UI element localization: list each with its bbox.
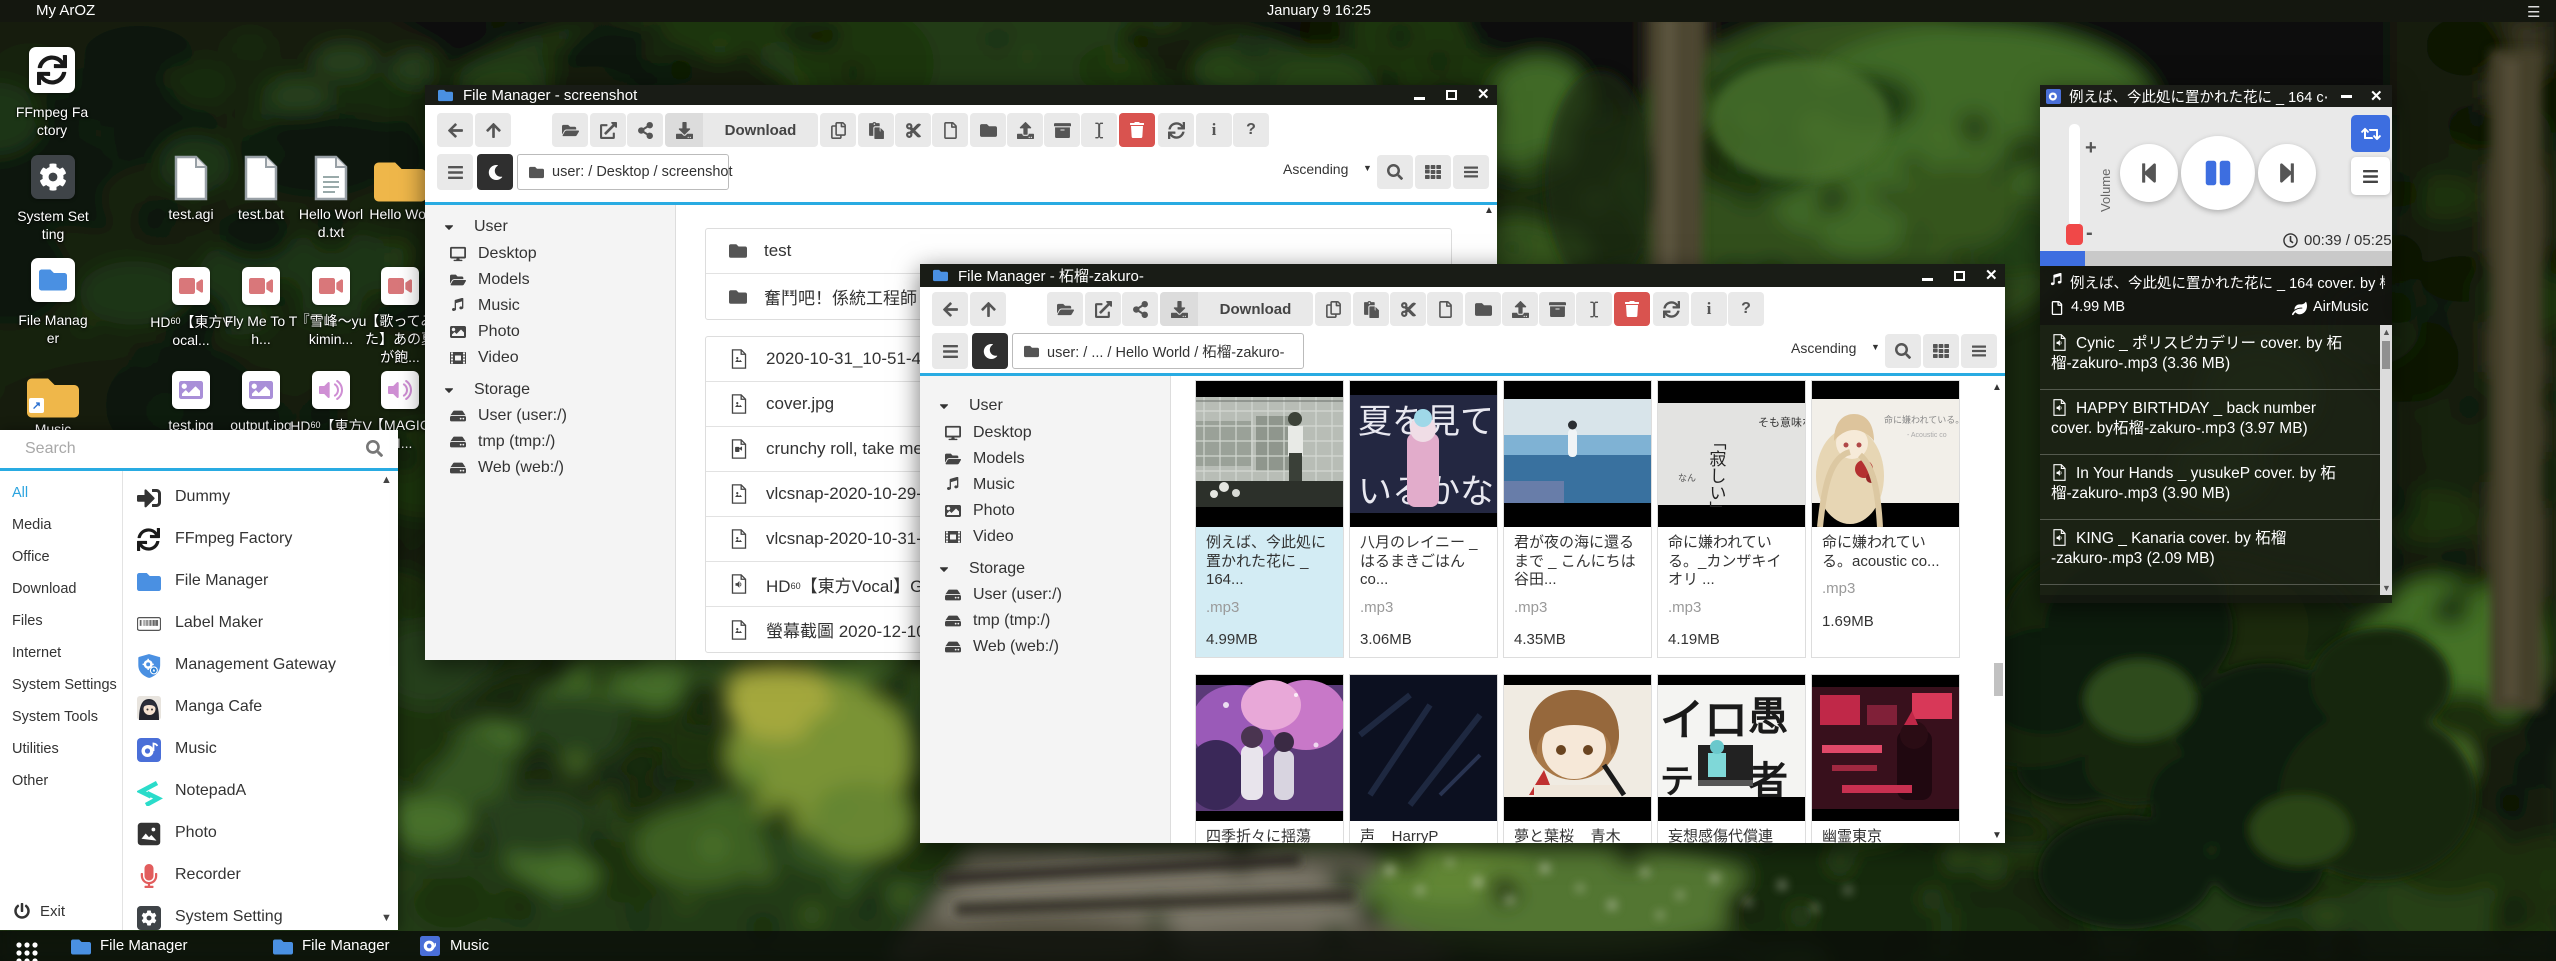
- svg-text:愚: 愚: [1748, 695, 1788, 739]
- svg-text:そも意味なんです: そも意味なんです: [1758, 415, 1805, 429]
- svg-text:イロ: イロ: [1660, 696, 1748, 745]
- svg-text:- Acoustic co: - Acoustic co: [1907, 432, 1947, 439]
- svg-text:「寂しい」: 「寂しい」: [1707, 433, 1727, 518]
- svg-text:なん: なん: [1678, 473, 1696, 483]
- svg-text:命に嫌われている。: 命に嫌われている。: [1884, 414, 1959, 425]
- svg-text:テ: テ: [1660, 763, 1694, 801]
